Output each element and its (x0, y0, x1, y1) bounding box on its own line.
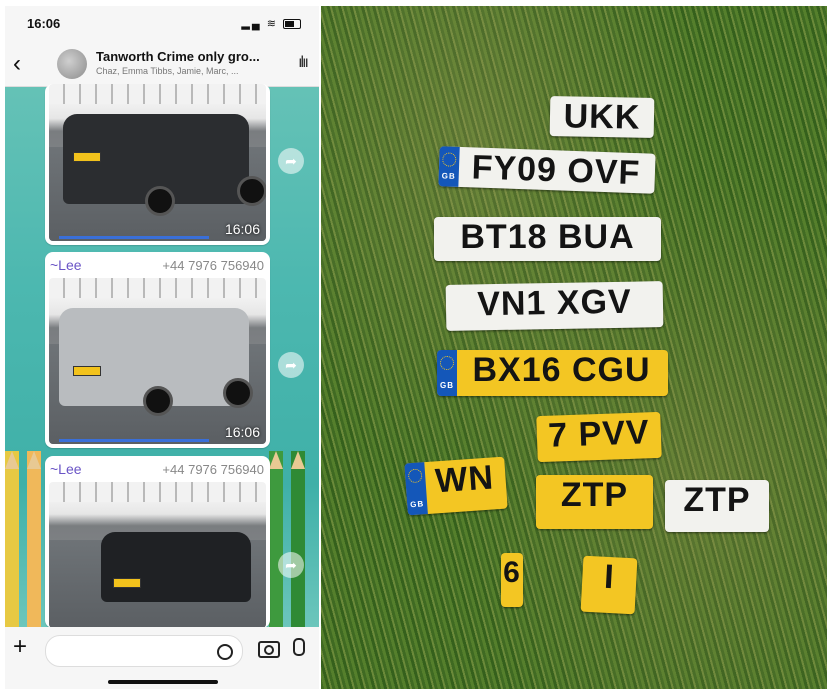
house-background (49, 84, 266, 104)
plate-ukk: UKK (549, 96, 655, 138)
plate-text: 6 (503, 556, 521, 589)
group-avatar[interactable] (57, 49, 87, 79)
country-code: GB (440, 381, 454, 390)
number-plate (73, 366, 101, 376)
pencil (291, 451, 305, 651)
plate-ztp-yellow: ZTP (536, 475, 653, 529)
pencil (269, 451, 283, 651)
pencil (27, 451, 41, 651)
gb-eu-strip: GB (404, 462, 428, 516)
house-background (49, 482, 266, 502)
video-progress (59, 236, 209, 239)
sender-phone: +44 7976 756940 (162, 258, 264, 273)
wheel (145, 186, 175, 216)
plate-text: BX16 CGU (472, 351, 651, 389)
video-thumbnail[interactable]: 16:06 (49, 278, 266, 444)
plate-ztp-white: ZTP (665, 480, 769, 532)
plate-wn: GB WN (404, 456, 508, 516)
plate-text: VN1 XGV (476, 282, 632, 324)
plate-text: ZTP (560, 476, 629, 514)
plate-bt18-bua: BT18 BUA (434, 217, 661, 261)
plus-icon[interactable]: + (13, 633, 27, 661)
pencil (5, 451, 19, 651)
forward-icon[interactable]: ➦ (278, 352, 304, 378)
country-code: GB (441, 171, 456, 181)
plate-text: WN (433, 458, 496, 501)
message-composer: + (5, 627, 319, 689)
sticker-icon[interactable] (217, 644, 233, 660)
status-icons: ▂▄ ≋ (241, 17, 301, 30)
plate-fragment-i: I (580, 555, 638, 615)
video-message[interactable]: 16:06 (45, 84, 270, 245)
back-icon[interactable]: ‹ (13, 50, 21, 78)
plate-fragment-6: 6 (501, 553, 523, 607)
camera-icon[interactable] (258, 641, 280, 658)
phone-screenshot: 16:06 ▂▄ ≋ ‹ Tanworth Crime only gro... … (5, 6, 319, 689)
forward-icon[interactable]: ➦ (278, 148, 304, 174)
message-timestamp: 16:06 (224, 424, 260, 440)
video-thumbnail[interactable]: 16:06 (49, 84, 266, 241)
plate-bx16-cgu: GB BX16 CGU (437, 350, 668, 396)
forward-icon[interactable]: ➦ (278, 552, 304, 578)
status-time: 16:06 (27, 16, 61, 31)
plate-text: I (603, 557, 616, 597)
grass-photo: UKK GB FY09 OVF BT18 BUA VN1 XGV GB BX16… (321, 6, 827, 689)
wifi-icon: ≋ (266, 18, 278, 30)
plate-text: ZTP (683, 481, 751, 519)
wheel (223, 378, 253, 408)
chat-members: Chaz, Emma Tibbs, Jamie, Marc, ... (96, 66, 239, 76)
signal-icon: ▂▄ (241, 18, 262, 30)
sender-name[interactable]: ~Lee (50, 461, 82, 477)
sender-name[interactable]: ~Lee (50, 257, 82, 273)
message-timestamp: 16:06 (224, 221, 260, 237)
plate-text: UKK (563, 97, 641, 137)
plate-7-pvv: 7 PVV (536, 411, 662, 463)
plate-vn1-xgv: VN1 XGV (445, 281, 664, 331)
chat-header[interactable]: ‹ Tanworth Crime only gro... Chaz, Emma … (5, 42, 319, 87)
home-indicator (108, 680, 218, 684)
microphone-icon[interactable] (293, 638, 305, 656)
video-message[interactable]: ~Lee +44 7976 756940 (45, 456, 270, 628)
battery-icon (283, 19, 301, 30)
video-message[interactable]: ~Lee +44 7976 756940 16:06 (45, 252, 270, 448)
message-input[interactable] (45, 635, 243, 667)
number-plate (113, 578, 141, 588)
gb-eu-strip: GB (438, 146, 460, 187)
wheel (237, 176, 266, 206)
gb-eu-strip: GB (437, 350, 457, 396)
house-background (49, 278, 266, 298)
chat-title[interactable]: Tanworth Crime only gro... (96, 49, 260, 64)
sender-phone: +44 7976 756940 (162, 462, 264, 477)
status-bar: 16:06 ▂▄ ≋ (5, 6, 319, 46)
number-plate (73, 152, 101, 162)
video-thumbnail[interactable] (49, 482, 266, 628)
country-code: GB (409, 499, 425, 510)
wheel (143, 386, 173, 416)
waveform-icon[interactable]: ılıı (298, 54, 309, 72)
plate-text: BT18 BUA (460, 218, 635, 256)
plate-text: 7 PVV (547, 413, 651, 455)
plate-text: FY09 OVF (471, 148, 641, 193)
plate-fy09-ovf: GB FY09 OVF (438, 146, 656, 194)
car-dark-hatchback (101, 532, 251, 602)
